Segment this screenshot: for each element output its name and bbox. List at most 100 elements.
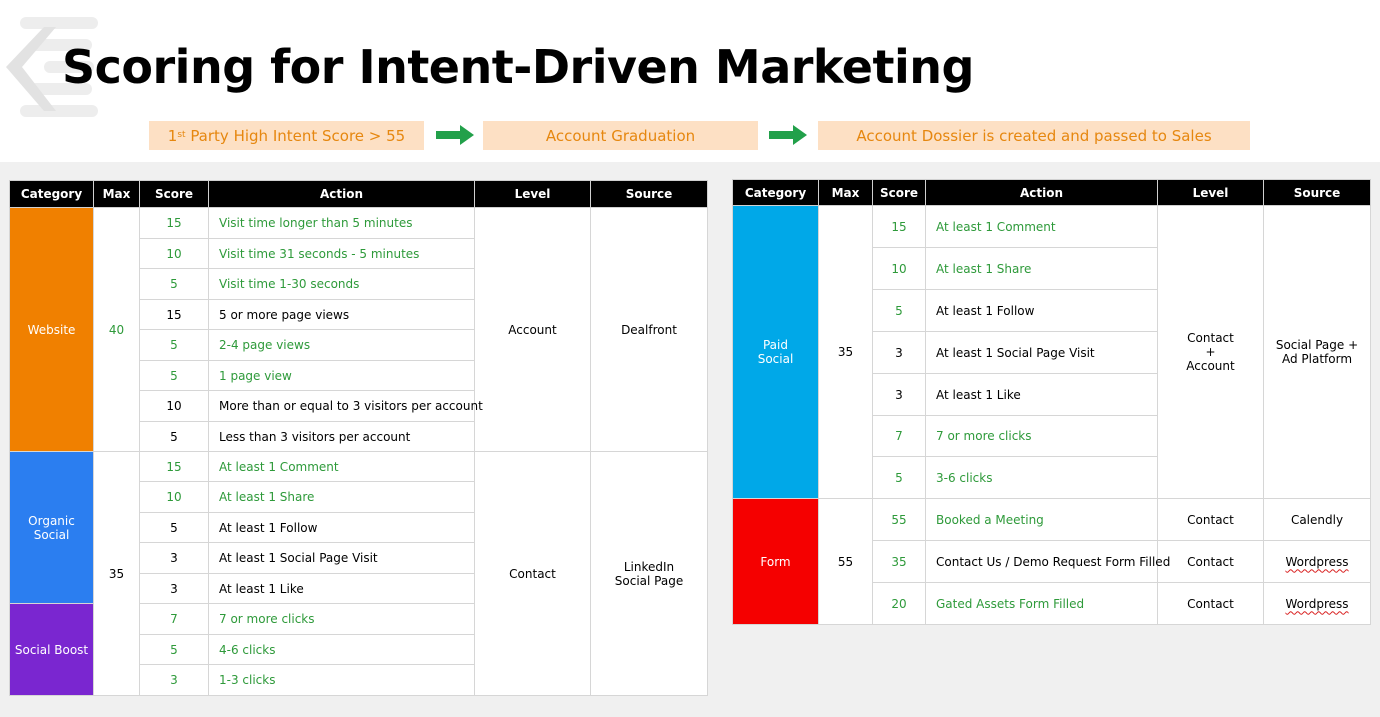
category-organic-social: Organic Social (9, 451, 94, 604)
action-cell: Less than 3 visitors per account (208, 421, 475, 452)
header-max: Max (818, 179, 873, 206)
action-cell: 2-4 page views (208, 329, 475, 361)
score-cell: 5 (139, 360, 209, 391)
arrow-right-icon (769, 125, 807, 145)
score-cell: 5 (872, 289, 926, 332)
score-cell: 15 (139, 299, 209, 330)
category-form: Form (732, 498, 819, 625)
score-cell: 5 (139, 329, 209, 361)
source-paid-social: Social Page + Ad Platform (1263, 205, 1371, 499)
header-action: Action (208, 180, 475, 208)
action-cell: 1 page view (208, 360, 475, 391)
level-cell: Contact (1157, 498, 1264, 541)
score-cell: 15 (139, 451, 209, 482)
flow-step-score-threshold: 1st Party High Intent Score > 55 (149, 121, 424, 150)
level-line2: + (1205, 345, 1216, 359)
left-scoring-table: Category Max Score Action Level Source W… (9, 180, 708, 696)
level-line1: Contact (1187, 331, 1234, 345)
action-cell: At least 1 Follow (925, 289, 1158, 332)
score-cell: 5 (139, 268, 209, 300)
header-action: Action (925, 179, 1158, 206)
max-paid-social: 35 (818, 205, 873, 499)
source-social-line1: LinkedIn (623, 559, 675, 574)
source-cell: Wordpress (1263, 582, 1371, 625)
header-max: Max (93, 180, 140, 208)
category-website: Website (9, 207, 94, 452)
level-social: Contact (474, 451, 591, 696)
table-row: Form 55 55 Booked a Meeting Contact Cale… (732, 498, 1371, 625)
right-scoring-table: Category Max Score Action Level Source P… (732, 179, 1371, 625)
action-cell: 4-6 clicks (208, 634, 475, 665)
source-social-line2: Social Page (614, 573, 684, 588)
table-row: Website 40 15 Visit time longer than 5 m… (9, 207, 708, 452)
action-cell: Visit time longer than 5 minutes (208, 207, 475, 239)
header-source: Source (590, 180, 708, 208)
level-line3: Account (1186, 359, 1235, 373)
action-cell: At least 1 Comment (208, 451, 475, 482)
header-category: Category (732, 179, 819, 206)
action-cell: At least 1 Like (208, 573, 475, 604)
action-cell: 7 or more clicks (925, 415, 1158, 457)
score-cell: 10 (139, 481, 209, 513)
action-cell: At least 1 Follow (208, 512, 475, 543)
action-cell: At least 1 Social Page Visit (208, 542, 475, 574)
action-cell: At least 1 Like (925, 373, 1158, 416)
flow-step-3-text: Account Dossier is created and passed to… (856, 126, 1212, 145)
source-cell: Calendly (1263, 498, 1371, 541)
category-organic-line2: Social (33, 527, 70, 542)
score-cell: 10 (139, 238, 209, 269)
action-cell: At least 1 Comment (925, 205, 1158, 248)
max-form: 55 (818, 498, 873, 625)
max-social: 35 (93, 451, 140, 696)
source-website: Dealfront (590, 207, 708, 452)
score-cell: 35 (872, 540, 926, 583)
flow-step-account-graduation: Account Graduation (483, 121, 758, 150)
score-cell: 3 (139, 542, 209, 574)
score-cell: 5 (139, 421, 209, 452)
source-social: LinkedIn Social Page (590, 451, 708, 696)
action-cell: Booked a Meeting (925, 498, 1158, 541)
score-cell: 3 (872, 373, 926, 416)
score-cell: 7 (872, 415, 926, 457)
source-line2: Ad Platform (1281, 352, 1353, 366)
score-cell: 5 (872, 456, 926, 499)
flow-step-1-prefix: 1 (167, 126, 178, 145)
level-paid-social: Contact + Account (1157, 205, 1264, 499)
score-cell: 10 (872, 247, 926, 290)
source-text: Wordpress (1285, 596, 1349, 611)
category-paid-line2: Social (757, 352, 794, 366)
flow-step-1-text: Party High Intent Score > 55 (185, 126, 406, 145)
score-cell: 10 (139, 390, 209, 422)
score-cell: 3 (139, 664, 209, 696)
score-cell: 5 (139, 634, 209, 665)
score-cell: 5 (139, 512, 209, 543)
action-cell: Gated Assets Form Filled (925, 582, 1158, 625)
page-title: Scoring for Intent-Driven Marketing (62, 40, 974, 94)
flow-step-2-text: Account Graduation (545, 126, 696, 145)
score-cell: 15 (139, 207, 209, 239)
table-header-row: Category Max Score Action Level Source (732, 179, 1371, 206)
action-cell: 3-6 clicks (925, 456, 1158, 499)
level-website: Account (474, 207, 591, 452)
score-cell: 20 (872, 582, 926, 625)
score-cell: 55 (872, 498, 926, 541)
category-organic-line1: Organic (28, 513, 75, 528)
score-cell: 3 (139, 573, 209, 604)
source-cell: Wordpress (1263, 540, 1371, 583)
action-cell: 1-3 clicks (208, 664, 475, 696)
action-cell: More than or equal to 3 visitors per acc… (208, 390, 483, 422)
action-cell: Contact Us / Demo Request Form Filled (925, 540, 1170, 583)
header-score: Score (139, 180, 209, 208)
category-paid-line1: Paid (762, 338, 788, 352)
score-cell: 7 (139, 603, 209, 635)
score-cell: 15 (872, 205, 926, 248)
header-level: Level (474, 180, 591, 208)
action-cell: Visit time 1-30 seconds (208, 268, 475, 300)
score-cell: 3 (872, 331, 926, 374)
action-cell: At least 1 Share (208, 481, 475, 513)
flow-step-1-sup: st (177, 129, 186, 140)
header-score: Score (872, 179, 926, 206)
flow-step-account-dossier: Account Dossier is created and passed to… (818, 121, 1250, 150)
level-cell: Contact (1157, 540, 1264, 583)
category-social-boost: Social Boost (9, 603, 94, 696)
